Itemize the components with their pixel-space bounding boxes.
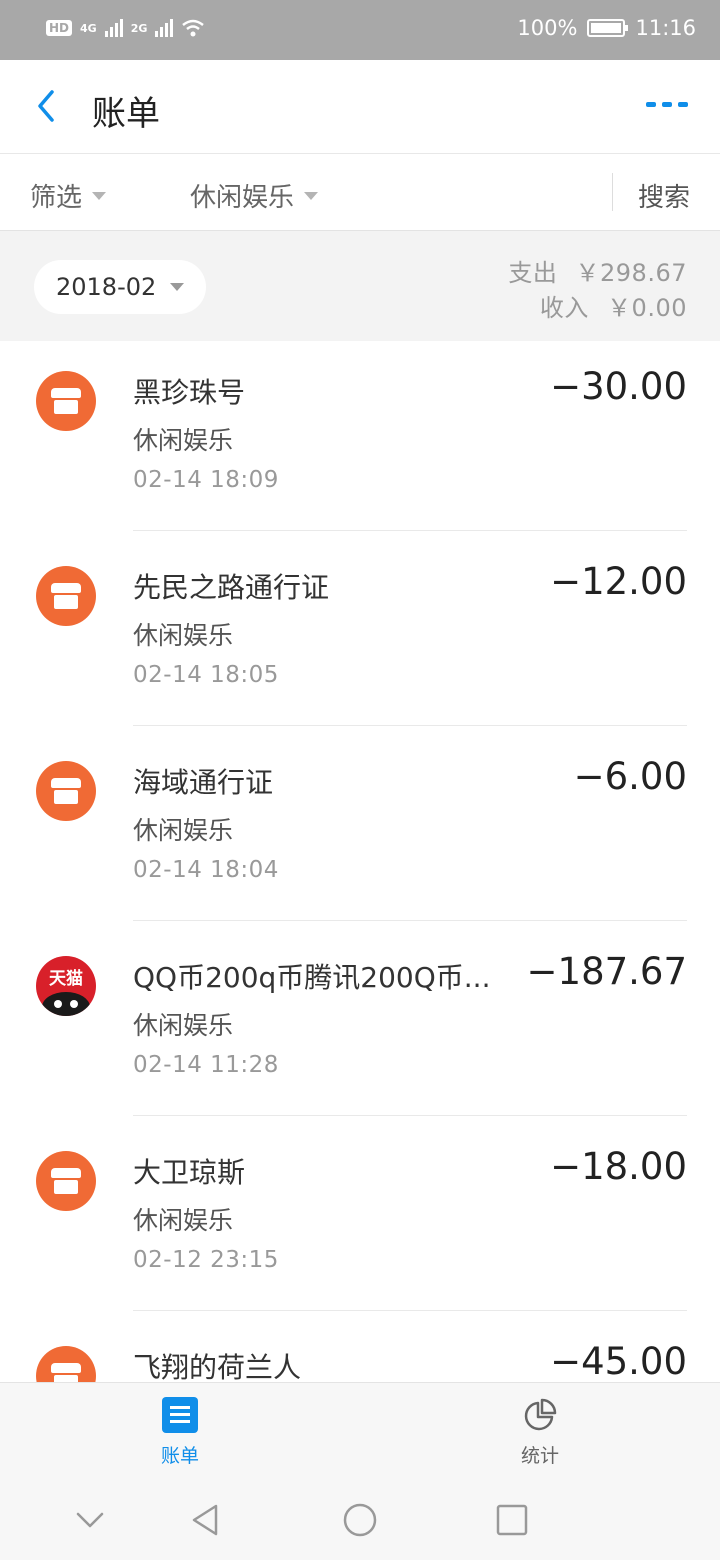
transaction-category: 休闲娱乐 (133, 621, 234, 650)
tmall-logo-text: 天猫 (49, 969, 83, 989)
hd-indicator: HD (46, 20, 73, 36)
row-divider (133, 530, 687, 531)
app-header: 账单 (0, 60, 720, 154)
signal-1-icon (104, 19, 123, 37)
signal-2-icon (155, 19, 174, 37)
caret-down-icon (304, 191, 319, 200)
transaction-row[interactable]: 先民之路通行证 休闲娱乐 02-14 18:05 −12.00 (0, 552, 720, 747)
row-divider (133, 1310, 687, 1311)
status-bar-right: 100% 11:16 (517, 16, 696, 40)
transaction-title: 飞翔的荷兰人 (133, 1351, 302, 1382)
more-dots-icon[interactable] (646, 102, 688, 107)
filter-divider (612, 173, 613, 211)
transaction-row[interactable]: 海域通行证 休闲娱乐 02-14 18:04 −6.00 (0, 747, 720, 942)
store-icon (36, 371, 96, 431)
income-label: 收入 (539, 294, 589, 322)
transaction-title: QQ币200q币腾讯200Q币... (133, 961, 491, 994)
transaction-row[interactable]: 大卫琼斯 休闲娱乐 02-12 23:15 −18.00 (0, 1137, 720, 1332)
page-title: 账单 (92, 94, 160, 134)
transaction-time: 02-14 18:05 (133, 662, 279, 688)
pie-chart-icon (524, 1398, 557, 1431)
transaction-time: 02-14 11:28 (133, 1052, 279, 1078)
tab-bills-label: 账单 (160, 1445, 199, 1467)
bottom-tab-bar: 账单 统计 (0, 1382, 720, 1478)
expense-label: 支出 (508, 259, 558, 287)
month-label: 2018-02 (56, 273, 157, 301)
income-summary: 收入 ￥0.00 (540, 288, 687, 323)
transaction-amount: −187.67 (526, 950, 687, 993)
month-summary: 2018-02 支出 ￥298.67 收入 ￥0.00 (0, 231, 720, 341)
caret-down-icon (92, 191, 107, 200)
battery-icon (587, 19, 629, 37)
bill-list-icon (162, 1397, 198, 1433)
store-icon (36, 761, 96, 821)
transaction-title: 黑珍珠号 (133, 376, 246, 409)
transaction-amount: −45.00 (550, 1340, 687, 1382)
category-dropdown[interactable]: 休闲娱乐 (190, 177, 319, 214)
signal-1-label: 4G (80, 21, 97, 35)
transaction-time: 02-14 18:04 (133, 857, 279, 883)
system-nav-bar (0, 1478, 720, 1560)
transaction-category: 休闲娱乐 (133, 426, 234, 455)
expense-value: ￥298.67 (575, 259, 687, 287)
status-bar: HD 4G 2G 100% 11:16 (0, 0, 720, 60)
transaction-title: 先民之路通行证 (133, 571, 330, 604)
store-icon (36, 1346, 96, 1382)
status-bar-left: HD 4G 2G (46, 18, 205, 38)
category-label: 休闲娱乐 (190, 183, 295, 213)
transaction-row[interactable]: 天猫 QQ币200q币腾讯200Q币... 休闲娱乐 02-14 11:28 −… (0, 942, 720, 1137)
caret-down-icon (170, 283, 185, 291)
transaction-category: 休闲娱乐 (133, 816, 234, 845)
row-divider (133, 725, 687, 726)
row-divider (133, 1115, 687, 1116)
transaction-title: 大卫琼斯 (133, 1156, 246, 1189)
tab-bills[interactable]: 账单 (130, 1397, 230, 1468)
row-divider (133, 920, 687, 921)
transaction-list: 黑珍珠号 休闲娱乐 02-14 18:09 −30.00 先民之路通行证 休闲娱… (0, 341, 720, 1382)
chevron-down-icon[interactable] (70, 1500, 110, 1540)
transaction-amount: −6.00 (573, 755, 687, 798)
filter-label: 筛选 (30, 183, 83, 213)
recents-square-icon[interactable] (492, 1500, 532, 1540)
wifi-icon (182, 19, 205, 37)
transaction-title: 海域通行证 (133, 766, 274, 799)
tmall-icon: 天猫 (36, 956, 96, 1016)
store-icon (36, 1151, 96, 1211)
transaction-amount: −30.00 (550, 365, 687, 408)
transaction-category: 休闲娱乐 (133, 1011, 234, 1040)
transaction-time: 02-12 23:15 (133, 1247, 279, 1273)
transaction-row[interactable]: 飞翔的荷兰人 −45.00 (0, 1332, 720, 1382)
clock: 11:16 (635, 16, 696, 40)
transaction-time: 02-14 18:09 (133, 467, 279, 493)
transaction-row[interactable]: 黑珍珠号 休闲娱乐 02-14 18:09 −30.00 (0, 357, 720, 552)
tab-stats-label: 统计 (520, 1445, 559, 1467)
filter-dropdown[interactable]: 筛选 (30, 177, 107, 214)
income-value: ￥0.00 (607, 294, 687, 322)
tab-statistics[interactable]: 统计 (490, 1397, 590, 1468)
month-picker[interactable]: 2018-02 (34, 260, 206, 314)
search-button[interactable]: 搜索 (638, 177, 690, 214)
transaction-amount: −12.00 (550, 560, 687, 603)
home-circle-icon[interactable] (340, 1500, 380, 1540)
transaction-amount: −18.00 (550, 1145, 687, 1188)
back-triangle-icon[interactable] (186, 1500, 226, 1540)
battery-percent: 100% (517, 16, 578, 40)
transaction-category: 休闲娱乐 (133, 1206, 234, 1235)
signal-2-label: 2G (130, 21, 148, 35)
store-icon (36, 566, 96, 626)
expense-summary: 支出 ￥298.67 (508, 253, 687, 288)
filter-bar: 筛选 休闲娱乐 搜索 (0, 155, 720, 231)
chevron-left-icon[interactable] (30, 88, 66, 124)
